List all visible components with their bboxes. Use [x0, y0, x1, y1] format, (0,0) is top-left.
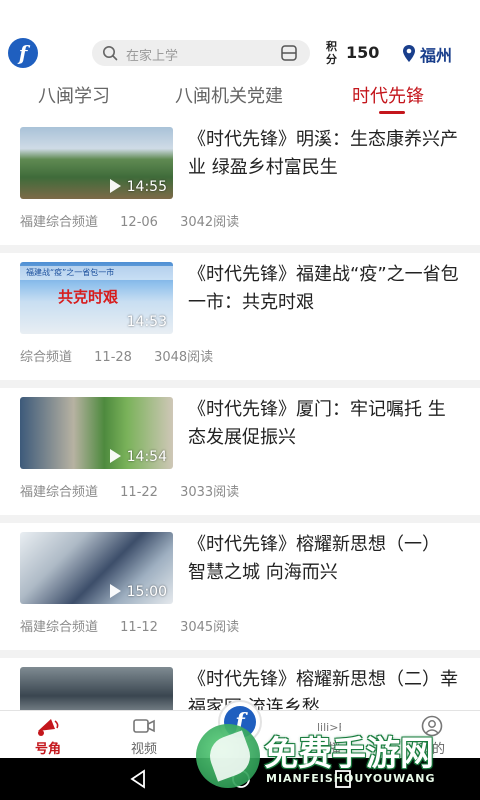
scan-icon[interactable] [280, 45, 298, 61]
tab-bamin-study[interactable]: 八闽学习 [38, 82, 110, 108]
play-icon [110, 449, 121, 463]
back-icon[interactable] [128, 768, 148, 790]
watermark-text: 免费手游网 [264, 734, 434, 774]
article-source: 福建综合频道 [20, 620, 99, 635]
video-icon [133, 719, 155, 733]
video-duration: 14:55 [126, 179, 167, 195]
city-name: 福州 [420, 46, 453, 65]
article-meta: 福建综合频道 12-06 3042阅读 [20, 211, 257, 230]
nav-item-horn[interactable]: 号角 [18, 715, 78, 757]
article-list: 14:55 《时代先锋》明溪：生态康养兴产业 绿盈乡村富民生 福建综合频道 12… [0, 118, 480, 710]
search-icon [103, 46, 118, 61]
article-title[interactable]: 《时代先锋》福建战“疫”之一省包一市：共克时艰 [188, 261, 460, 317]
article-reads: 3042阅读 [180, 215, 240, 230]
article-title[interactable]: 《时代先锋》厦门：牢记嘱托 生态发展促振兴 [188, 396, 460, 452]
list-item[interactable]: 15:00 《时代先锋》榕耀新思想（一） 智慧之城 向海而兴 福建综合频道 11… [0, 523, 480, 658]
video-duration: 15:00 [126, 584, 167, 600]
category-tabs: 八闽学习 八闽机关党建 时代先锋 [0, 78, 480, 118]
thumbnail-banner: 福建战“疫”之一省包一市 [20, 266, 173, 280]
horn-icon [38, 719, 59, 736]
article-title[interactable]: 《时代先锋》榕耀新思想（一） 智慧之城 向海而兴 [188, 531, 460, 587]
watermark-logo: 免费手游网 MIANFEISHOUYOUWANG [196, 714, 480, 800]
article-meta: 福建综合频道 11-12 3045阅读 [20, 616, 257, 635]
tab-era-pioneer[interactable]: 时代先锋 [352, 82, 424, 108]
thumbnail-headline: 共克时艰 [58, 288, 119, 306]
video-thumbnail[interactable]: 15:00 [20, 532, 173, 604]
list-item[interactable]: 14:54 《时代先锋》厦门：牢记嘱托 生态发展促振兴 福建综合频道 11-22… [0, 388, 480, 523]
points-value: 150 [346, 43, 380, 62]
video-thumbnail[interactable]: 14:55 [20, 127, 173, 199]
play-icon [110, 584, 121, 598]
article-date: 11-22 [120, 485, 158, 500]
article-source: 福建综合频道 [20, 215, 99, 230]
watermark-subtext: MIANFEISHOUYOUWANG [266, 772, 436, 785]
video-thumbnail[interactable]: 14:54 [20, 397, 173, 469]
article-meta: 福建综合频道 11-22 3033阅读 [20, 481, 257, 500]
app-logo[interactable]: f [8, 38, 38, 68]
nav-label: 号角 [34, 742, 61, 757]
article-source: 福建综合频道 [20, 485, 99, 500]
video-duration: 14:53 [126, 314, 167, 330]
list-item[interactable]: 福建战“疫”之一省包一市 共克时艰 14:53 《时代先锋》福建战“疫”之一省包… [0, 253, 480, 388]
article-date: 12-06 [120, 215, 158, 230]
nav-item-video[interactable]: 视频 [114, 715, 174, 757]
app-root: f 在家上学 积分 150 福州 八闽学习 八闽机关党建 时代先锋 14:55 … [0, 0, 480, 800]
play-icon [110, 179, 121, 193]
article-date: 11-12 [120, 620, 158, 635]
article-source: 综合频道 [20, 350, 73, 365]
article-reads: 3033阅读 [180, 485, 240, 500]
points-display[interactable]: 积分 150 [326, 40, 386, 70]
article-reads: 3048阅读 [154, 350, 214, 365]
search-placeholder: 在家上学 [126, 49, 179, 64]
article-title[interactable]: 《时代先锋》明溪：生态康养兴产业 绿盈乡村富民生 [188, 126, 460, 182]
points-label: 积分 [326, 40, 337, 66]
tab-bamin-party[interactable]: 八闽机关党建 [175, 82, 283, 108]
header: f 在家上学 积分 150 福州 [0, 0, 480, 78]
search-bar[interactable]: 在家上学 [92, 40, 310, 66]
location-pin-icon [403, 45, 415, 62]
list-item[interactable]: 14:55 《时代先锋》明溪：生态康养兴产业 绿盈乡村富民生 福建综合频道 12… [0, 118, 480, 253]
video-duration: 14:54 [126, 449, 167, 465]
nav-label: 视频 [130, 742, 157, 757]
thumbnail-caption: 福建战“疫”之一省包一市 [26, 268, 115, 277]
active-tab-indicator [379, 111, 405, 114]
article-meta: 综合频道 11-28 3048阅读 [20, 346, 231, 365]
video-thumbnail[interactable]: 福建战“疫”之一省包一市 共克时艰 14:53 [20, 262, 173, 334]
article-reads: 3045阅读 [180, 620, 240, 635]
video-thumbnail[interactable] [20, 667, 173, 710]
article-date: 11-28 [94, 350, 132, 365]
